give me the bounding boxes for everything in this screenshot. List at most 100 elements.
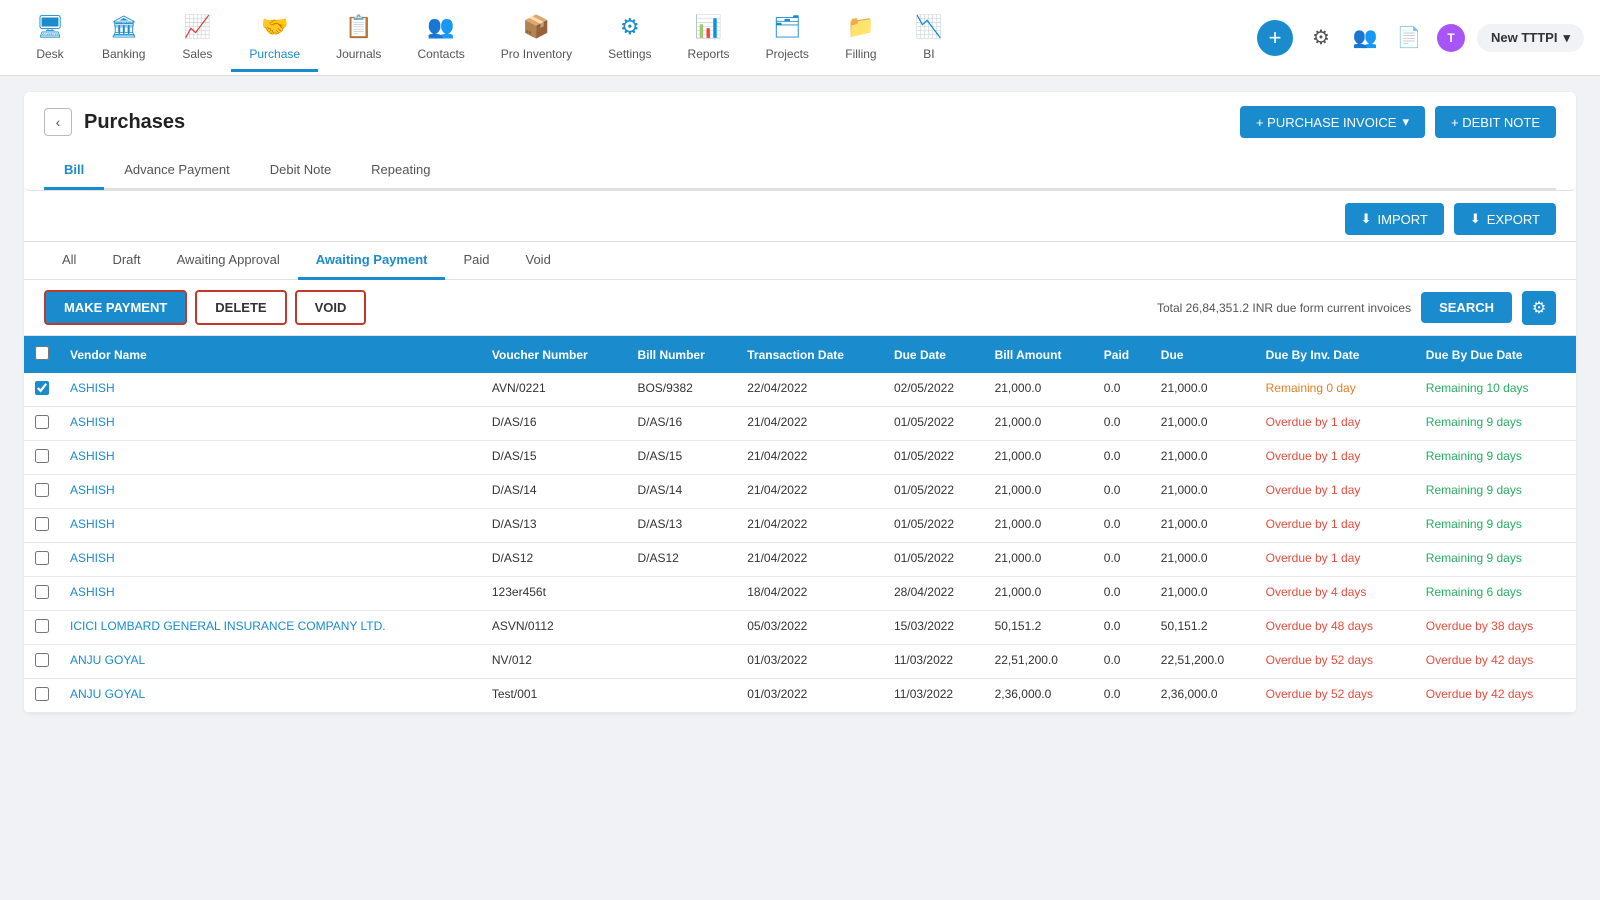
nav-item-settings[interactable]: ⚙ Settings xyxy=(590,3,669,72)
table-row: ICICI LOMBARD GENERAL INSURANCE COMPANY … xyxy=(24,611,1576,645)
import-button[interactable]: ⬇ IMPORT xyxy=(1345,203,1444,235)
tab-repeating[interactable]: Repeating xyxy=(351,152,450,190)
vendor-name[interactable]: ASHISH xyxy=(60,577,482,611)
due-by-due-date: Remaining 9 days xyxy=(1416,441,1576,475)
banking-nav-label: Banking xyxy=(102,47,145,61)
column-header-bill-number: Bill Number xyxy=(627,336,737,373)
bill-number: D/AS/14 xyxy=(627,475,737,509)
back-button[interactable]: ‹ xyxy=(44,108,72,136)
nav-item-journals[interactable]: 📋 Journals xyxy=(318,3,399,72)
filter-tab-draft[interactable]: Draft xyxy=(94,242,158,280)
row-checkbox-6[interactable] xyxy=(24,577,60,611)
filter-tab-paid[interactable]: Paid xyxy=(445,242,507,280)
page-title: Purchases xyxy=(84,111,185,134)
nav-item-projects[interactable]: 🗂 Projects xyxy=(748,3,827,72)
users-icon[interactable]: 👥 xyxy=(1349,22,1381,54)
tab-debit-note[interactable]: Debit Note xyxy=(250,152,351,190)
projects-nav-label: Projects xyxy=(766,47,809,61)
due-by-inv-date: Overdue by 1 day xyxy=(1256,475,1416,509)
table-row: ANJU GOYALTest/00101/03/202211/03/20222,… xyxy=(24,679,1576,713)
transaction-date: 01/03/2022 xyxy=(737,645,884,679)
import-icon: ⬇ xyxy=(1361,211,1372,227)
due-date: 11/03/2022 xyxy=(884,679,985,713)
top-navigation: 🖥 Desk 🏛 Banking 📈 Sales 🤝 Purchase 📋 Jo… xyxy=(0,0,1600,76)
search-button[interactable]: SEARCH xyxy=(1421,292,1512,323)
nav-item-banking[interactable]: 🏛 Banking xyxy=(84,3,163,72)
void-button[interactable]: VOID xyxy=(295,290,367,325)
row-checkbox-4[interactable] xyxy=(24,509,60,543)
nav-item-reports[interactable]: 📊 Reports xyxy=(670,3,748,72)
transaction-date: 21/04/2022 xyxy=(737,475,884,509)
nav-item-contacts[interactable]: 👥 Contacts xyxy=(399,3,482,72)
vendor-name[interactable]: ANJU GOYAL xyxy=(60,645,482,679)
nav-item-sales[interactable]: 📈 Sales xyxy=(163,3,231,72)
table-row: ASHISH123er456t18/04/202228/04/202221,00… xyxy=(24,577,1576,611)
due-by-inv-date: Overdue by 1 day xyxy=(1256,509,1416,543)
row-checkbox-3[interactable] xyxy=(24,475,60,509)
table-settings-button[interactable]: ⚙ xyxy=(1522,291,1556,325)
due-by-due-date: Remaining 9 days xyxy=(1416,543,1576,577)
filter-tab-void[interactable]: Void xyxy=(508,242,569,280)
due-by-due-date: Overdue by 42 days xyxy=(1416,679,1576,713)
journals-nav-label: Journals xyxy=(336,47,381,61)
due: 21,000.0 xyxy=(1151,475,1256,509)
row-checkbox-7[interactable] xyxy=(24,611,60,645)
bills-table-wrap: Vendor NameVoucher NumberBill NumberTran… xyxy=(24,336,1576,713)
contacts-nav-label: Contacts xyxy=(417,47,464,61)
paid: 0.0 xyxy=(1094,475,1151,509)
vendor-name[interactable]: ASHISH xyxy=(60,509,482,543)
row-checkbox-0[interactable] xyxy=(24,373,60,407)
vendor-name[interactable]: ANJU GOYAL xyxy=(60,679,482,713)
bill-number: BOS/9382 xyxy=(627,373,737,407)
page-header: ‹ Purchases + PURCHASE INVOICE ▾ + DEBIT… xyxy=(24,92,1576,191)
vendor-name[interactable]: ASHISH xyxy=(60,543,482,577)
tab-advance-payment[interactable]: Advance Payment xyxy=(104,152,250,190)
export-button[interactable]: ⬇ EXPORT xyxy=(1454,203,1556,235)
row-checkbox-2[interactable] xyxy=(24,441,60,475)
avatar[interactable]: T xyxy=(1437,24,1465,52)
purchase-invoice-button[interactable]: + PURCHASE INVOICE ▾ xyxy=(1240,106,1425,138)
bill-number xyxy=(627,611,737,645)
due-date: 28/04/2022 xyxy=(884,577,985,611)
select-all-checkbox[interactable] xyxy=(35,346,49,360)
row-checkbox-1[interactable] xyxy=(24,407,60,441)
nav-item-pro-inventory[interactable]: 📦 Pro Inventory xyxy=(483,3,590,72)
vendor-name[interactable]: ICICI LOMBARD GENERAL INSURANCE COMPANY … xyxy=(60,611,482,645)
nav-item-filling[interactable]: 📁 Filling xyxy=(827,3,895,72)
bill-amount: 21,000.0 xyxy=(985,543,1094,577)
voucher-number: 123er456t xyxy=(482,577,628,611)
vendor-name[interactable]: ASHISH xyxy=(60,441,482,475)
debit-note-button[interactable]: + DEBIT NOTE xyxy=(1435,106,1556,138)
bill-amount: 2,36,000.0 xyxy=(985,679,1094,713)
nav-item-bi[interactable]: 📉 BI xyxy=(895,3,963,72)
table-row: ASHISHD/AS/13D/AS/1321/04/202201/05/2022… xyxy=(24,509,1576,543)
bi-nav-icon: 📉 xyxy=(913,11,945,43)
add-button[interactable]: + xyxy=(1257,20,1293,56)
tab-bill[interactable]: Bill xyxy=(44,152,104,190)
vendor-name[interactable]: ASHISH xyxy=(60,373,482,407)
projects-nav-icon: 🗂 xyxy=(771,11,803,43)
row-checkbox-8[interactable] xyxy=(24,645,60,679)
paid: 0.0 xyxy=(1094,373,1151,407)
filter-tab-awaiting-payment[interactable]: Awaiting Payment xyxy=(298,242,446,280)
make-payment-button[interactable]: MAKE PAYMENT xyxy=(44,290,187,325)
delete-button[interactable]: DELETE xyxy=(195,290,286,325)
paid: 0.0 xyxy=(1094,509,1151,543)
column-header-transaction-date: Transaction Date xyxy=(737,336,884,373)
settings-icon[interactable]: ⚙ xyxy=(1305,22,1337,54)
column-header-voucher-number: Voucher Number xyxy=(482,336,628,373)
due-by-due-date: Remaining 9 days xyxy=(1416,407,1576,441)
row-checkbox-9[interactable] xyxy=(24,679,60,713)
vendor-name[interactable]: ASHISH xyxy=(60,407,482,441)
due-by-inv-date: Overdue by 48 days xyxy=(1256,611,1416,645)
nav-item-desk[interactable]: 🖥 Desk xyxy=(16,3,84,72)
document-icon[interactable]: 📄 xyxy=(1393,22,1425,54)
filter-tab-all[interactable]: All xyxy=(44,242,94,280)
table-row: ASHISHD/AS/14D/AS/1421/04/202201/05/2022… xyxy=(24,475,1576,509)
row-checkbox-5[interactable] xyxy=(24,543,60,577)
nav-item-purchase[interactable]: 🤝 Purchase xyxy=(231,3,318,72)
filter-tab-awaiting-approval[interactable]: Awaiting Approval xyxy=(159,242,298,280)
new-tttpi-button[interactable]: New TTTPI ▾ xyxy=(1477,24,1584,52)
bill-amount: 22,51,200.0 xyxy=(985,645,1094,679)
vendor-name[interactable]: ASHISH xyxy=(60,475,482,509)
